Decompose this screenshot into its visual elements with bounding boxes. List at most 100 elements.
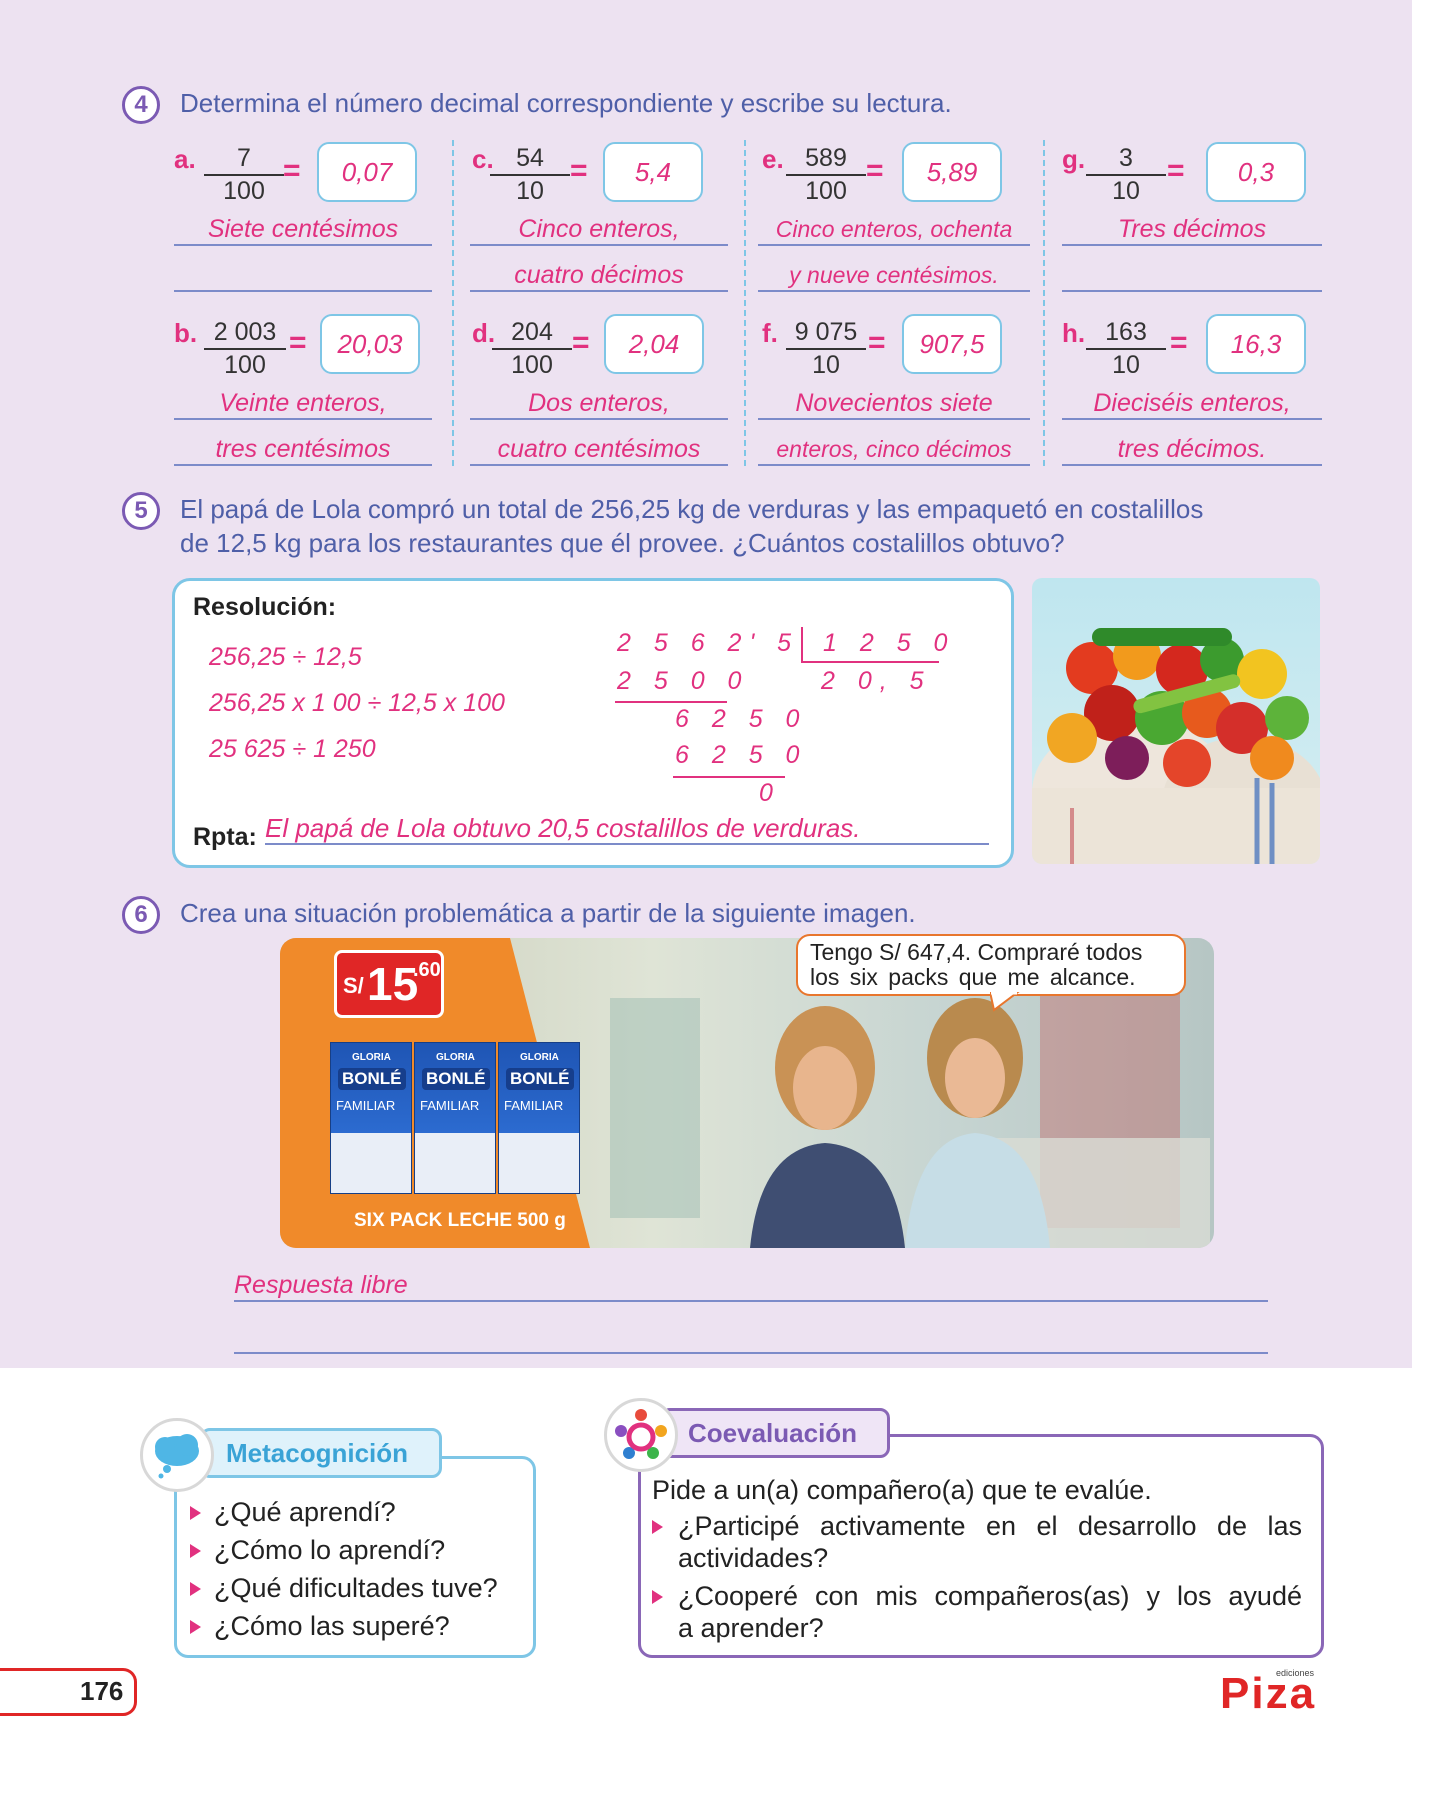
vegetable-sacks-illustration bbox=[1032, 628, 1320, 864]
question-5-statement: El papá de Lola compró un total de 256,2… bbox=[180, 492, 1203, 560]
answer-box[interactable]: 20,03 bbox=[320, 314, 420, 374]
reading-line[interactable]: tres centésimos bbox=[174, 434, 432, 466]
coevaluation-item-line: a aprender? bbox=[678, 1613, 824, 1643]
fraction: 204 100 bbox=[492, 318, 572, 380]
bullet-icon bbox=[652, 1590, 663, 1604]
answer-box[interactable]: 0,07 bbox=[317, 142, 417, 202]
bullet-icon bbox=[190, 1544, 201, 1558]
item-letter: f. bbox=[762, 318, 778, 348]
speech-line: Tengo S/ 647,4. Compraré todos bbox=[810, 939, 1143, 965]
reading-line[interactable]: Dos enteros, bbox=[470, 388, 728, 420]
equals-sign: = bbox=[572, 326, 590, 359]
product-variant: FAMILIAR bbox=[420, 1098, 480, 1113]
bullet-icon bbox=[190, 1582, 201, 1596]
item-letter: e. bbox=[762, 144, 784, 174]
answer-box[interactable]: 0,3 bbox=[1206, 142, 1306, 202]
product-name: BONLÉ bbox=[422, 1068, 490, 1090]
bullet-icon bbox=[190, 1506, 201, 1520]
numerator: 7 bbox=[204, 144, 284, 176]
division-row: 6 2 5 0 bbox=[675, 705, 808, 733]
answer-box[interactable]: 907,5 bbox=[902, 314, 1002, 374]
fraction: 9 075 10 bbox=[786, 318, 866, 380]
question-6-instruction: Crea una situación problemática a partir… bbox=[180, 898, 916, 928]
division-dividend: 2 5 6 2' 5 bbox=[617, 629, 800, 657]
milk-carton bbox=[498, 1042, 580, 1194]
denominator: 100 bbox=[223, 177, 265, 205]
reading-line[interactable]: Veinte enteros, bbox=[174, 388, 432, 420]
thought-cloud-icon bbox=[140, 1418, 214, 1492]
equals-sign: = bbox=[289, 326, 307, 359]
price-currency: S/ bbox=[343, 973, 364, 998]
coevaluation-item-line: actividades? bbox=[678, 1543, 829, 1573]
numerator: 54 bbox=[490, 144, 570, 176]
product-variant: FAMILIAR bbox=[504, 1098, 564, 1113]
milk-carton bbox=[414, 1042, 496, 1194]
item-letter: b. bbox=[174, 318, 198, 348]
reading-line[interactable]: tres décimos. bbox=[1062, 434, 1322, 466]
numerator: 3 bbox=[1086, 144, 1166, 176]
denominator: 10 bbox=[516, 177, 544, 205]
item-letter: g. bbox=[1062, 144, 1086, 174]
answer-box[interactable]: 16,3 bbox=[1206, 314, 1306, 374]
team-icon bbox=[604, 1398, 678, 1472]
division-quotient: 2 0, 5 bbox=[821, 667, 932, 695]
numerator: 163 bbox=[1086, 318, 1166, 350]
fraction: 54 10 bbox=[490, 144, 570, 206]
reading-line[interactable]: Cinco enteros, bbox=[470, 214, 728, 246]
division-divisor: 1 2 5 0 bbox=[823, 629, 956, 657]
vegetable-sacks-image bbox=[1032, 578, 1320, 864]
product-name: BONLÉ bbox=[338, 1068, 406, 1090]
question-5-number: 5 bbox=[122, 492, 160, 530]
denominator: 10 bbox=[1112, 351, 1140, 379]
answer-box[interactable]: 5,4 bbox=[603, 142, 703, 202]
division-row: 0 bbox=[759, 779, 781, 807]
response-line[interactable]: Respuesta libre bbox=[234, 1270, 1268, 1302]
reading-line[interactable]: y nueve centésimos. bbox=[758, 260, 1030, 292]
coevaluation-item-line: ¿Cooperé con mis compañeros(as) y los ay… bbox=[678, 1581, 1302, 1611]
equals-sign: = bbox=[570, 154, 588, 187]
product-name: BONLÉ bbox=[506, 1068, 574, 1090]
denominator: 100 bbox=[511, 351, 553, 379]
resolution-step: 256,25 ÷ 12,5 bbox=[209, 643, 362, 671]
numerator: 9 075 bbox=[786, 318, 866, 350]
resolution-label: Resolución: bbox=[193, 593, 337, 621]
denominator: 100 bbox=[224, 351, 266, 379]
coevaluation-intro: Pide a un(a) compañero(a) que te evalúe. bbox=[652, 1475, 1152, 1505]
reading-line[interactable]: cuatro décimos bbox=[470, 260, 728, 292]
fraction: 2 003 100 bbox=[204, 318, 286, 380]
item-letter: a. bbox=[174, 144, 196, 174]
fraction: 7 100 bbox=[204, 144, 284, 206]
reading-line[interactable]: Novecientos siete bbox=[758, 388, 1030, 420]
reading-line[interactable]: enteros, cinco décimos bbox=[758, 434, 1030, 466]
fraction: 3 10 bbox=[1086, 144, 1166, 206]
reading-line[interactable] bbox=[174, 260, 432, 292]
question-6-number: 6 bbox=[122, 896, 160, 934]
answer-line[interactable]: El papá de Lola obtuvo 20,5 costalillos … bbox=[265, 813, 989, 845]
metacognition-item: ¿Cómo lo aprendí? bbox=[214, 1535, 446, 1565]
reading-line[interactable]: Cinco enteros, ochenta bbox=[758, 214, 1030, 246]
equals-sign: = bbox=[283, 154, 301, 187]
coevaluation-title: Coevaluación bbox=[688, 1418, 858, 1448]
reading-line[interactable] bbox=[1062, 260, 1322, 292]
publisher-logo: Piza bbox=[1220, 1669, 1317, 1718]
numerator: 589 bbox=[786, 144, 866, 176]
denominator: 10 bbox=[812, 351, 840, 379]
milk-six-pack: GLORIA GLORIA GLORIA BONLÉ BONLÉ BONLÉ F… bbox=[330, 1022, 582, 1194]
division-rule bbox=[673, 776, 785, 778]
answer-box[interactable]: 2,04 bbox=[604, 314, 704, 374]
page-number: 176 bbox=[80, 1676, 124, 1706]
statement-line: de 12,5 kg para los restaurantes que él … bbox=[180, 528, 1065, 558]
equals-sign: = bbox=[1170, 326, 1188, 359]
equals-sign: = bbox=[866, 154, 884, 187]
answer-box[interactable]: 5,89 bbox=[902, 142, 1002, 202]
equals-sign: = bbox=[1167, 154, 1185, 187]
speech-bubble-tail bbox=[990, 992, 1020, 1012]
response-line[interactable] bbox=[234, 1322, 1268, 1354]
denominator: 10 bbox=[1112, 177, 1140, 205]
reading-line[interactable]: cuatro centésimos bbox=[470, 434, 728, 466]
brand-label: GLORIA bbox=[520, 1052, 559, 1063]
metacognition-item: ¿Qué dificultades tuve? bbox=[214, 1573, 498, 1603]
reading-line[interactable]: Dieciséis enteros, bbox=[1062, 388, 1322, 420]
reading-line[interactable]: Tres décimos bbox=[1062, 214, 1322, 246]
reading-line[interactable]: Siete centésimos bbox=[174, 214, 432, 246]
